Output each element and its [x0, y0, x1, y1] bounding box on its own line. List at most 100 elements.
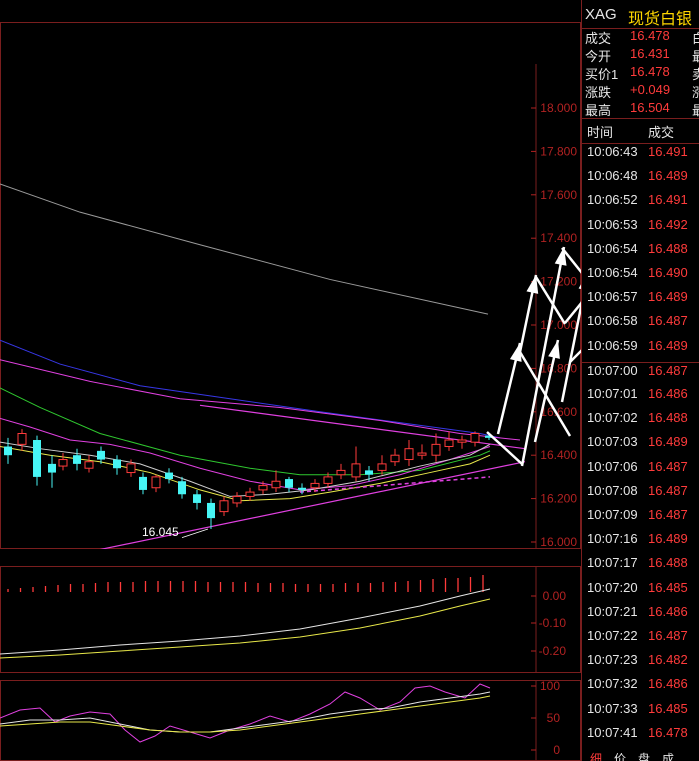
trade-row[interactable]: 10:07:41 16.478: [582, 725, 699, 749]
quote-extra-label: 涨: [692, 85, 699, 100]
trade-price: 16.485: [648, 700, 688, 716]
trade-row[interactable]: 10:07:21 16.486: [582, 604, 699, 628]
trade-time: 10:07:09: [587, 507, 638, 522]
candle-body: [207, 502, 215, 519]
candle-body: [17, 433, 27, 445]
candle-body: [336, 469, 346, 476]
quote-row: 今开 16.431 最: [582, 46, 699, 64]
main-chart-panel[interactable]: 18.000 17.800 17.600 17.400 17.200 17.000 16.8…: [0, 22, 581, 549]
trade-row[interactable]: 10:07:20 16.485: [582, 580, 699, 604]
bottom-tab[interactable]: 成: [662, 750, 674, 761]
trade-time: 10:06:52: [587, 192, 638, 208]
trade-row[interactable]: 10:06:57 16.489: [582, 289, 699, 313]
trade-time: 10:07:17: [587, 555, 638, 571]
bottom-tabs: 细价盘成: [582, 750, 699, 761]
trade-row[interactable]: 10:06:52 16.491: [582, 192, 699, 216]
trades-header-price: 成交: [648, 125, 675, 140]
candle-body: [377, 463, 387, 471]
trade-row[interactable]: 10:07:02 16.488: [582, 410, 699, 434]
quote-extra-label: 最: [692, 49, 699, 64]
trades-header: 时间 成交: [582, 118, 699, 144]
trade-time: 10:06:58: [587, 313, 638, 329]
bottom-tab[interactable]: 盘: [638, 750, 650, 761]
quote-row: 买价1 16.478 卖: [582, 64, 699, 82]
candle-body: [126, 463, 136, 474]
macd-panel[interactable]: 0.00 -0.10 -0.20: [0, 566, 581, 673]
kdj-d-line: [0, 695, 491, 733]
trade-row[interactable]: 10:07:01 16.486: [582, 386, 699, 410]
projection-arrow-head: [548, 340, 560, 359]
candle-body: [417, 452, 427, 456]
trade-row[interactable]: 10:07:32 16.486: [582, 676, 699, 700]
trade-row[interactable]: 10:07:16 16.489: [582, 531, 699, 555]
quote-value: 16.504: [630, 100, 670, 115]
bottom-tab[interactable]: 细: [590, 750, 602, 761]
trade-price: 16.478: [648, 724, 688, 740]
candle-body: [298, 487, 306, 490]
trade-row[interactable]: 10:07:08 16.487: [582, 483, 699, 507]
candle-body: [97, 450, 105, 460]
y-tick-label: 18.000: [540, 101, 577, 115]
trade-price: 16.489: [648, 337, 688, 353]
trade-time: 10:06:53: [587, 216, 638, 232]
trade-price: 16.492: [648, 216, 688, 232]
trade-row[interactable]: 10:07:03 16.489: [582, 434, 699, 458]
trade-row[interactable]: 10:06:54 16.490: [582, 265, 699, 289]
trade-row[interactable]: 10:07:09 16.487: [582, 507, 699, 531]
trade-row[interactable]: 10:07:17 16.488: [582, 555, 699, 579]
candle-body: [431, 443, 441, 456]
quote-extra-label: 卖: [692, 67, 699, 82]
trade-time: 10:07:23: [587, 652, 638, 668]
trade-time: 10:07:33: [587, 700, 638, 716]
trade-price: 16.487: [648, 507, 688, 522]
trade-row[interactable]: 10:06:58 16.487: [582, 313, 699, 337]
trade-row[interactable]: 10:07:22 16.487: [582, 628, 699, 652]
y-tick-label: 16.000: [540, 535, 577, 549]
quote-value: 16.478: [630, 64, 670, 79]
candle-body: [444, 439, 454, 448]
trade-price: 16.486: [648, 603, 688, 619]
quote-row: 最高 16.504 最: [582, 100, 699, 118]
candle-body: [219, 500, 229, 513]
low-price-annotation: 16.045: [142, 525, 179, 539]
candle-body: [457, 439, 467, 443]
bottom-tab[interactable]: 价: [614, 750, 626, 761]
ma-yellow-line: [0, 446, 491, 502]
trade-price: 16.482: [648, 652, 688, 668]
trade-time: 10:07:16: [587, 531, 638, 547]
y-tick-label: 17.800: [540, 144, 577, 158]
candle-body: [390, 454, 400, 463]
quote-label: 最高: [585, 103, 612, 118]
kdj-tick-label: 50: [547, 711, 561, 725]
trade-price: 16.489: [648, 289, 688, 305]
trades-list[interactable]: 10:06:43 16.491 10:06:48 16.489 10:06:52 16.4…: [582, 144, 699, 749]
trade-row[interactable]: 10:07:00 16.487: [582, 361, 699, 387]
trade-row[interactable]: 10:06:53 16.492: [582, 217, 699, 241]
quote-extra-label: 白: [692, 31, 699, 46]
projection-arrow-line: [560, 300, 581, 403]
candle-body: [245, 491, 255, 497]
trade-price: 16.489: [648, 434, 688, 450]
kdj-panel[interactable]: 100 50 0: [0, 680, 581, 761]
candle-body: [285, 479, 293, 488]
trade-row[interactable]: 10:06:54 16.488: [582, 241, 699, 265]
macd-tick-label: 0.00: [543, 589, 567, 603]
trade-row[interactable]: 10:07:06 16.487: [582, 459, 699, 483]
kdj-chart[interactable]: 100 50 0: [0, 680, 581, 761]
trade-row[interactable]: 10:07:33 16.485: [582, 701, 699, 725]
candle-body: [84, 461, 94, 469]
macd-chart[interactable]: 0.00 -0.10 -0.20: [0, 566, 581, 673]
trade-time: 10:07:08: [587, 482, 638, 498]
candle-body: [113, 459, 121, 469]
candle-body: [139, 476, 147, 490]
candlestick-chart[interactable]: 18.00017.80017.60017.40017.20017.00016.8…: [0, 22, 581, 549]
quote-sidebar: XAG 现货白银 成交 16.478 白今开 16.431 最买价1 16.478 卖涨跌 +…: [581, 0, 699, 761]
trade-row[interactable]: 10:06:48 16.489: [582, 168, 699, 192]
trade-price: 16.487: [648, 628, 688, 643]
trade-time: 10:07:22: [587, 628, 638, 643]
trade-price: 16.489: [648, 168, 688, 184]
trade-row[interactable]: 10:07:23 16.482: [582, 652, 699, 676]
trade-row[interactable]: 10:06:43 16.491: [582, 144, 699, 168]
macd-dif-line: [0, 588, 491, 655]
trade-row[interactable]: 10:06:59 16.489: [582, 338, 699, 362]
